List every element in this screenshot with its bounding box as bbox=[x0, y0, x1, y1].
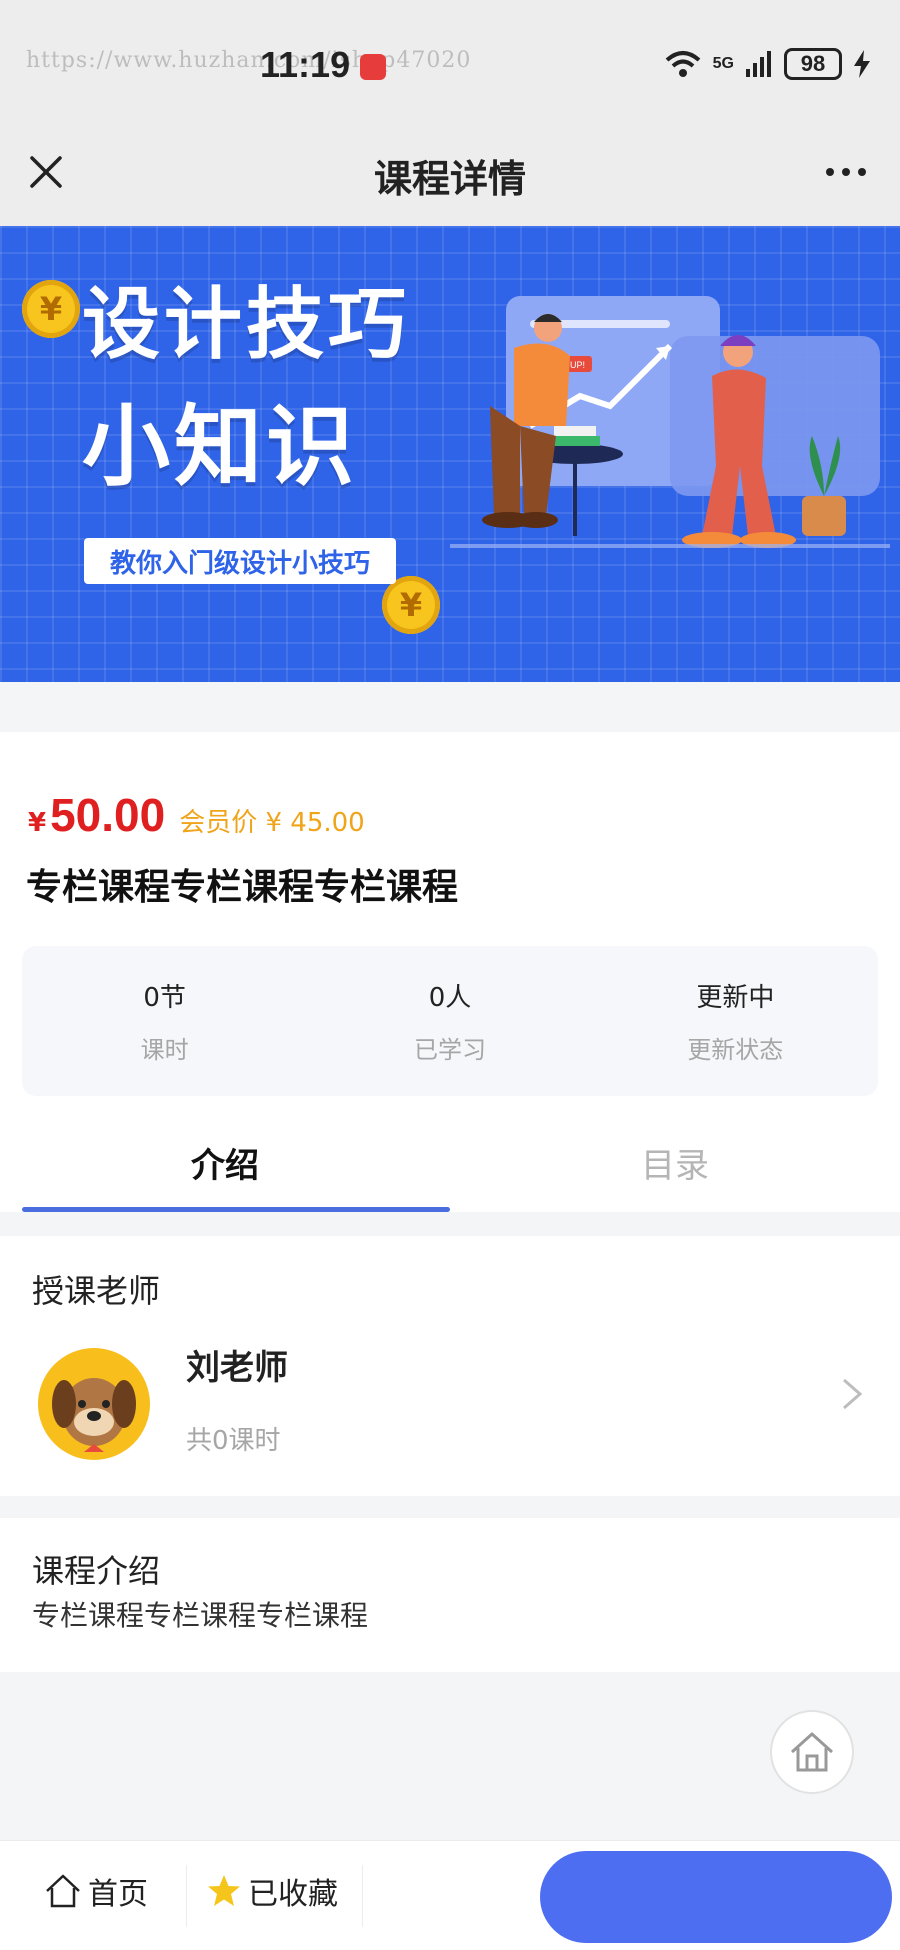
badge-up: UP! bbox=[570, 360, 585, 370]
stat-value: 0人 bbox=[428, 983, 472, 1013]
coin-icon: ¥ bbox=[382, 576, 440, 634]
notification-icon bbox=[360, 54, 386, 80]
teacher-heading: 授课老师 bbox=[32, 1272, 161, 1310]
signal-icon bbox=[746, 51, 771, 77]
more-icon[interactable] bbox=[826, 168, 866, 176]
home-tab-button[interactable]: 首页 bbox=[44, 1869, 148, 1913]
course-stats: 0节 课时 0人 已学习 更新中 更新状态 bbox=[22, 946, 878, 1096]
banner-title-line1: 设计技巧 bbox=[82, 280, 411, 370]
course-title: 专栏课程专栏课程专栏课程 bbox=[26, 867, 459, 908]
banner-illustration: UP! bbox=[450, 296, 890, 548]
stat-update-status: 更新中 更新状态 bbox=[593, 946, 878, 1096]
stat-label: 更新状态 bbox=[687, 1036, 784, 1064]
active-tab-indicator bbox=[22, 1207, 450, 1212]
tab-intro[interactable]: 介绍 bbox=[0, 1112, 450, 1212]
charging-icon bbox=[854, 50, 870, 78]
home-label: 首页 bbox=[88, 1877, 148, 1912]
avatar bbox=[38, 1348, 150, 1460]
status-bar: https://www.huzhan.com/ishop47020 11:19 … bbox=[0, 0, 900, 120]
wifi-icon bbox=[665, 51, 700, 77]
content-tabs: 介绍 目录 bbox=[0, 1112, 900, 1212]
page-title: 课程详情 bbox=[373, 157, 526, 201]
course-intro-section: 课程介绍 专栏课程专栏课程专栏课程 bbox=[0, 1518, 900, 1672]
member-price: 会员价 ¥ 45.00 bbox=[179, 808, 365, 838]
teacher-section: 授课老师 刘老师 共0课时 bbox=[0, 1236, 900, 1496]
price-row: ¥ 50.00 会员价 ¥ 45.00 bbox=[28, 788, 365, 842]
status-time: 11:19 bbox=[260, 44, 351, 85]
price-currency: ¥ bbox=[28, 808, 47, 838]
divider bbox=[186, 1865, 187, 1927]
stat-lessons: 0节 课时 bbox=[22, 946, 307, 1096]
banner-title-line2: 小知识 bbox=[82, 395, 359, 498]
favorite-label: 已收藏 bbox=[248, 1877, 338, 1912]
divider bbox=[362, 1865, 363, 1927]
favorite-button[interactable]: 已收藏 bbox=[206, 1869, 338, 1913]
status-right-icons: 5G 98 bbox=[665, 48, 870, 80]
course-info-card: ¥ 50.00 会员价 ¥ 45.00 专栏课程专栏课程专栏课程 0节 课时 0… bbox=[0, 732, 900, 1212]
stat-learners: 0人 已学习 bbox=[307, 946, 592, 1096]
home-icon bbox=[46, 1874, 80, 1908]
home-float-button[interactable] bbox=[770, 1710, 854, 1794]
stat-label: 已学习 bbox=[413, 1036, 486, 1064]
intro-text: 专栏课程专栏课程专栏课程 bbox=[32, 1599, 369, 1632]
stat-value: 0节 bbox=[143, 983, 186, 1013]
teacher-name: 刘老师 bbox=[186, 1348, 288, 1388]
coin-icon: ¥ bbox=[22, 280, 80, 338]
watermark-url: https://www.huzhan.com/ishop47020 bbox=[26, 48, 472, 73]
banner-subtitle: 教你入门级设计小技巧 bbox=[84, 538, 396, 584]
star-icon bbox=[208, 1875, 240, 1906]
intro-heading: 课程介绍 bbox=[32, 1552, 161, 1590]
home-icon bbox=[790, 1732, 834, 1772]
tab-catalog[interactable]: 目录 bbox=[450, 1112, 900, 1212]
stat-value: 更新中 bbox=[696, 983, 775, 1013]
buy-button[interactable] bbox=[540, 1851, 892, 1943]
chevron-right-icon[interactable] bbox=[840, 1376, 864, 1412]
stat-label: 课时 bbox=[140, 1036, 189, 1064]
bottom-action-bar: 首页 已收藏 bbox=[0, 1840, 900, 1950]
course-banner: ¥ ¥ 设计技巧 小知识 教你入门级设计小技巧 UP! bbox=[0, 226, 900, 682]
network-label: 5G bbox=[712, 55, 734, 72]
teacher-lesson-count: 共0课时 bbox=[186, 1426, 281, 1456]
price-value: 50.00 bbox=[50, 789, 166, 841]
navigation-bar: 课程详情 bbox=[0, 120, 900, 226]
battery-icon: 98 bbox=[784, 48, 842, 80]
dog-avatar-icon bbox=[52, 1378, 136, 1452]
